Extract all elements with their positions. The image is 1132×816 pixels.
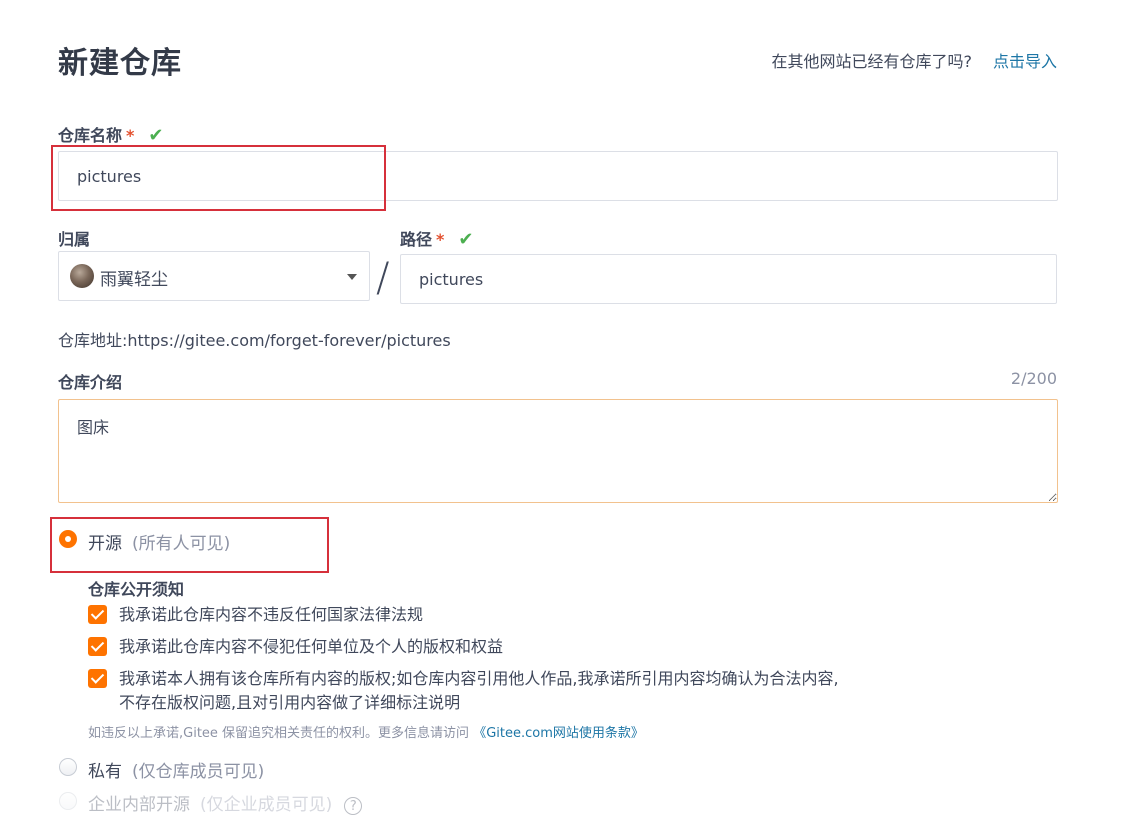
page-title: 新建仓库 xyxy=(58,46,182,81)
public-option[interactable]: 开源 (所有人可见) xyxy=(88,529,230,554)
private-hint: (仅仓库成员可见) xyxy=(132,762,265,782)
check-icon: ✔ xyxy=(148,125,164,146)
import-question: 在其他网站已经有仓库了吗? xyxy=(771,52,973,71)
public-label: 开源 xyxy=(88,534,122,554)
repo-name-label-row: 仓库名称 * ✔ xyxy=(58,122,163,146)
required-mark: * xyxy=(436,230,445,249)
description-textarea[interactable]: 图床 xyxy=(58,399,1058,503)
description-label: 仓库介绍 xyxy=(58,373,123,392)
promise-text-1: 我承诺此仓库内容不违反任何国家法律法规 xyxy=(119,605,424,624)
notice-line: 如违反以上承诺,Gitee 保留追究相关责任的权利。更多信息请访问 《Gitee… xyxy=(88,722,644,741)
promise-text-3-line2: 不存在版权问题,且对引用内容做了详细标注说明 xyxy=(119,693,461,712)
path-separator: / xyxy=(376,255,390,301)
enterprise-label: 企业内部开源 xyxy=(88,795,190,815)
enterprise-hint: (仅企业成员可见) xyxy=(200,795,333,815)
private-radio[interactable] xyxy=(59,758,77,776)
terms-link[interactable]: 《Gitee.com网站使用条款》 xyxy=(473,726,644,741)
owner-select[interactable]: 雨翼轻尘 xyxy=(58,251,370,301)
public-notice-title: 仓库公开须知 xyxy=(88,580,185,599)
repo-name-label: 仓库名称 xyxy=(58,126,123,145)
owner-name: 雨翼轻尘 xyxy=(100,270,168,290)
private-label: 私有 xyxy=(88,762,122,782)
path-label: 路径 xyxy=(400,230,433,249)
promise-checkbox-1[interactable] xyxy=(88,605,107,624)
notice-text: 如违反以上承诺,Gitee 保留追究相关责任的权利。更多信息请访问 xyxy=(88,726,470,741)
public-hint: (所有人可见) xyxy=(132,534,231,554)
private-option[interactable]: 私有 (仅仓库成员可见) xyxy=(88,757,264,782)
promise-checkbox-2[interactable] xyxy=(88,637,107,656)
promise-text-2: 我承诺此仓库内容不侵犯任何单位及个人的版权和权益 xyxy=(119,637,504,656)
promise-text-3: 我承诺本人拥有该仓库所有内容的版权;如仓库内容引用他人作品,我承诺所引用内容均确… xyxy=(119,669,839,688)
help-icon[interactable]: ? xyxy=(344,797,363,815)
owner-label: 归属 xyxy=(58,230,91,249)
repo-address: 仓库地址:https://gitee.com/forget-forever/pi… xyxy=(58,331,451,350)
caret-down-icon xyxy=(347,274,357,280)
avatar xyxy=(70,264,94,288)
import-link[interactable]: 点击导入 xyxy=(993,48,1057,72)
promise-checkbox-3[interactable] xyxy=(88,669,107,688)
char-counter: 2/200 xyxy=(1010,369,1057,388)
path-input[interactable] xyxy=(400,254,1057,304)
path-label-row: 路径 * ✔ xyxy=(400,226,473,250)
repo-name-input[interactable] xyxy=(58,151,1058,201)
public-radio[interactable] xyxy=(59,530,77,548)
required-mark: * xyxy=(126,126,135,145)
check-icon: ✔ xyxy=(458,229,474,250)
enterprise-radio[interactable] xyxy=(59,792,77,810)
